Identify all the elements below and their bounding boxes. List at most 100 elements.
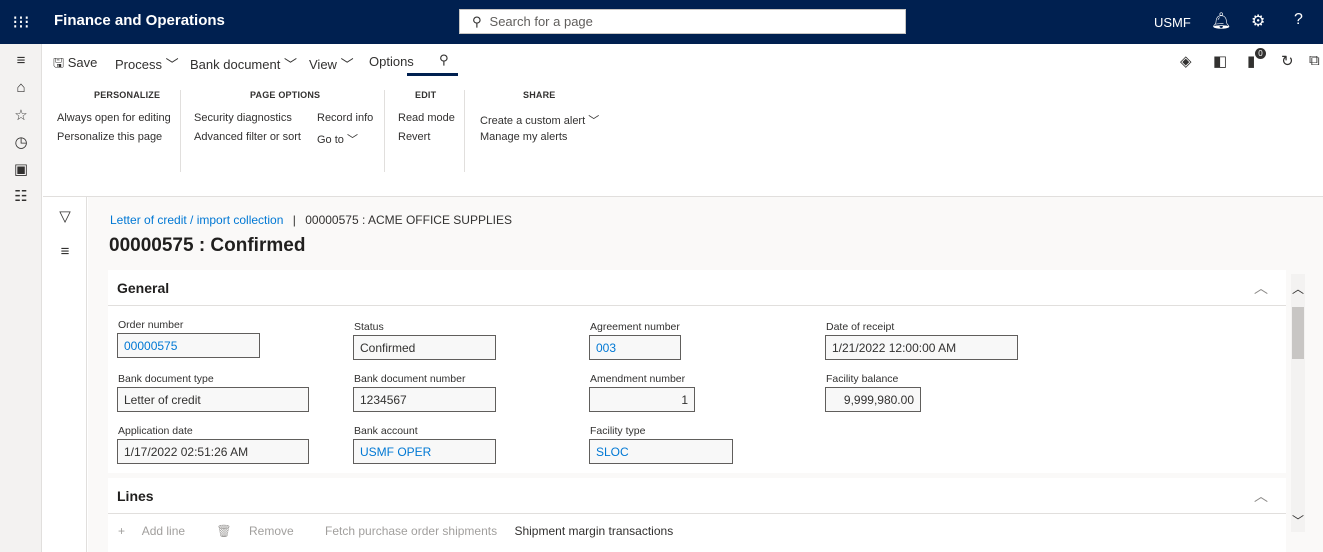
application-date-label: Application date: [118, 425, 193, 437]
attachments-icon[interactable]: ▮: [1247, 52, 1255, 70]
save-button[interactable]: 🖫 Save: [53, 54, 97, 76]
create-custom-alert-button[interactable]: Create a custom alert ﹀: [480, 112, 599, 128]
filter-funnel-icon[interactable]: ▽: [43, 207, 87, 225]
revert-button[interactable]: Revert: [398, 131, 430, 143]
agreement-number-label: Agreement number: [590, 321, 680, 333]
page-tool-column: ▽ ≡: [43, 197, 87, 552]
search-placeholder: Search for a page: [489, 14, 593, 29]
status-field[interactable]: Confirmed: [353, 335, 496, 360]
page-options-group-title: PAGE OPTIONS: [250, 90, 321, 100]
share-group-title: SHARE: [523, 90, 556, 100]
manage-my-alerts-button[interactable]: Manage my alerts: [480, 131, 567, 143]
favorites-star-icon[interactable]: ☆: [0, 101, 42, 128]
edit-group-title: EDIT: [415, 90, 437, 100]
bank-document-type-field[interactable]: Letter of credit: [117, 387, 309, 412]
open-new-window-icon[interactable]: ⧉: [1309, 52, 1320, 69]
personalize-group-title: PERSONALIZE: [94, 90, 161, 100]
bank-account-label: Bank account: [354, 425, 418, 437]
plus-icon: +: [118, 524, 126, 538]
advanced-filter-button[interactable]: Advanced filter or sort: [194, 131, 301, 143]
facility-balance-label: Facility balance: [826, 373, 899, 385]
company-picker[interactable]: USMF: [1154, 15, 1191, 30]
general-fasttab-title: General: [117, 280, 170, 296]
ribbon-separator: [384, 90, 385, 172]
bank-document-number-label: Bank document number: [354, 373, 466, 385]
action-search-icon[interactable]: ⚲: [439, 52, 449, 68]
application-date-field[interactable]: 1/17/2022 02:51:26 AM: [117, 439, 309, 464]
trash-icon: 🗑︎: [216, 524, 232, 538]
remove-button[interactable]: 🗑︎ Remove: [216, 524, 311, 538]
chevron-down-icon: ﹀: [346, 134, 358, 146]
help-icon[interactable]: ?: [1294, 11, 1303, 29]
action-pane: 🖫 Save Process ﹀ Bank document ﹀ View ﹀ …: [43, 44, 1323, 76]
breadcrumb: Letter of credit / import collection | 0…: [110, 213, 512, 227]
add-line-button[interactable]: + Add line: [118, 524, 202, 538]
order-number-label: Order number: [118, 319, 184, 331]
date-of-receipt-label: Date of receipt: [826, 321, 895, 333]
personalize-this-page-button[interactable]: Personalize this page: [57, 131, 162, 143]
chevron-down-icon: ﹀: [588, 115, 600, 127]
go-to-button[interactable]: Go to ﹀: [317, 131, 358, 147]
chevron-up-icon[interactable]: ︿: [1254, 278, 1268, 298]
fetch-po-shipments-button[interactable]: Fetch purchase order shipments: [325, 524, 497, 538]
bank-document-tab[interactable]: Bank document ﹀: [190, 54, 297, 73]
scroll-up-icon[interactable]: ︿: [1292, 280, 1304, 297]
vertical-scrollbar[interactable]: ︿ ﹀: [1291, 274, 1305, 532]
lines-toolbar: + Add line 🗑︎ Remove Fetch purchase orde…: [118, 524, 687, 538]
recent-clock-icon[interactable]: ◷: [0, 128, 42, 155]
status-label: Status: [354, 321, 384, 333]
options-ribbon: PERSONALIZE Always open for editing Pers…: [43, 76, 1323, 197]
power-apps-diamond-icon[interactable]: ◈: [1180, 52, 1192, 70]
bank-document-number-field[interactable]: 1234567: [353, 387, 496, 412]
view-tab[interactable]: View ﹀: [309, 54, 354, 73]
chevron-up-icon[interactable]: ︿: [1254, 486, 1268, 506]
workspaces-icon[interactable]: ▣: [0, 155, 42, 182]
amendment-number-field[interactable]: 1: [589, 387, 695, 412]
options-tab[interactable]: Options: [369, 54, 414, 69]
facility-type-label: Facility type: [590, 425, 646, 437]
facility-balance-field[interactable]: 9,999,980.00: [825, 387, 921, 412]
always-open-for-editing-button[interactable]: Always open for editing: [57, 112, 171, 124]
office-icon[interactable]: ◧: [1213, 52, 1227, 70]
chevron-down-icon: ﹀: [340, 57, 354, 72]
lines-fasttab-header[interactable]: Lines ︿: [108, 478, 1286, 514]
scrollbar-thumb[interactable]: [1292, 307, 1304, 359]
notification-count-badge: 0: [1255, 48, 1266, 59]
app-launcher-icon[interactable]: ⁝⁝⁝: [0, 0, 42, 44]
save-icon: 🖫: [53, 55, 65, 70]
breadcrumb-current: 00000575 : ACME OFFICE SUPPLIES: [305, 213, 512, 227]
ribbon-separator: [464, 90, 465, 172]
breadcrumb-link[interactable]: Letter of credit / import collection: [110, 213, 283, 227]
order-number-field[interactable]: 00000575: [117, 333, 260, 358]
general-fasttab-header[interactable]: General ︿: [108, 270, 1286, 306]
process-tab[interactable]: Process ﹀: [115, 54, 179, 73]
agreement-number-field[interactable]: 003: [589, 335, 681, 360]
app-title[interactable]: Finance and Operations: [54, 12, 225, 29]
scroll-down-icon[interactable]: ﹀: [1292, 512, 1304, 529]
related-info-lines-icon[interactable]: ≡: [43, 243, 87, 260]
search-icon: ⚲: [472, 13, 482, 29]
refresh-icon[interactable]: ↻: [1281, 52, 1294, 70]
settings-gear-icon[interactable]: ⚙: [1251, 11, 1265, 31]
left-navigation-pane: ≡ ⌂ ☆ ◷ ▣ ☷: [0, 44, 42, 552]
chevron-down-icon: ﹀: [165, 57, 179, 72]
top-navigation-bar: ⁝⁝⁝ Finance and Operations ⚲ Search for …: [0, 0, 1323, 44]
bank-account-field[interactable]: USMF OPER: [353, 439, 496, 464]
lines-fasttab-title: Lines: [117, 488, 154, 504]
hamburger-menu-icon[interactable]: ≡: [0, 47, 42, 74]
security-diagnostics-button[interactable]: Security diagnostics: [194, 112, 292, 124]
page-search-input[interactable]: ⚲ Search for a page: [459, 9, 906, 34]
lines-fasttab: Lines ︿: [108, 478, 1286, 552]
shipment-margin-transactions-button[interactable]: Shipment margin transactions: [514, 524, 673, 538]
read-mode-button[interactable]: Read mode: [398, 112, 455, 124]
bank-document-type-label: Bank document type: [118, 373, 214, 385]
modules-list-icon[interactable]: ☷: [0, 182, 42, 209]
home-icon[interactable]: ⌂: [0, 74, 42, 101]
facility-type-field[interactable]: SLOC: [589, 439, 733, 464]
date-of-receipt-field[interactable]: 1/21/2022 12:00:00 AM: [825, 335, 1018, 360]
general-fasttab: General ︿ Order number 00000575 Status C…: [108, 270, 1286, 473]
amendment-number-label: Amendment number: [590, 373, 686, 385]
notification-bell-icon[interactable]: 🔔︎: [1211, 11, 1231, 31]
record-info-button[interactable]: Record info: [317, 112, 373, 124]
chevron-down-icon: ﹀: [283, 57, 297, 72]
